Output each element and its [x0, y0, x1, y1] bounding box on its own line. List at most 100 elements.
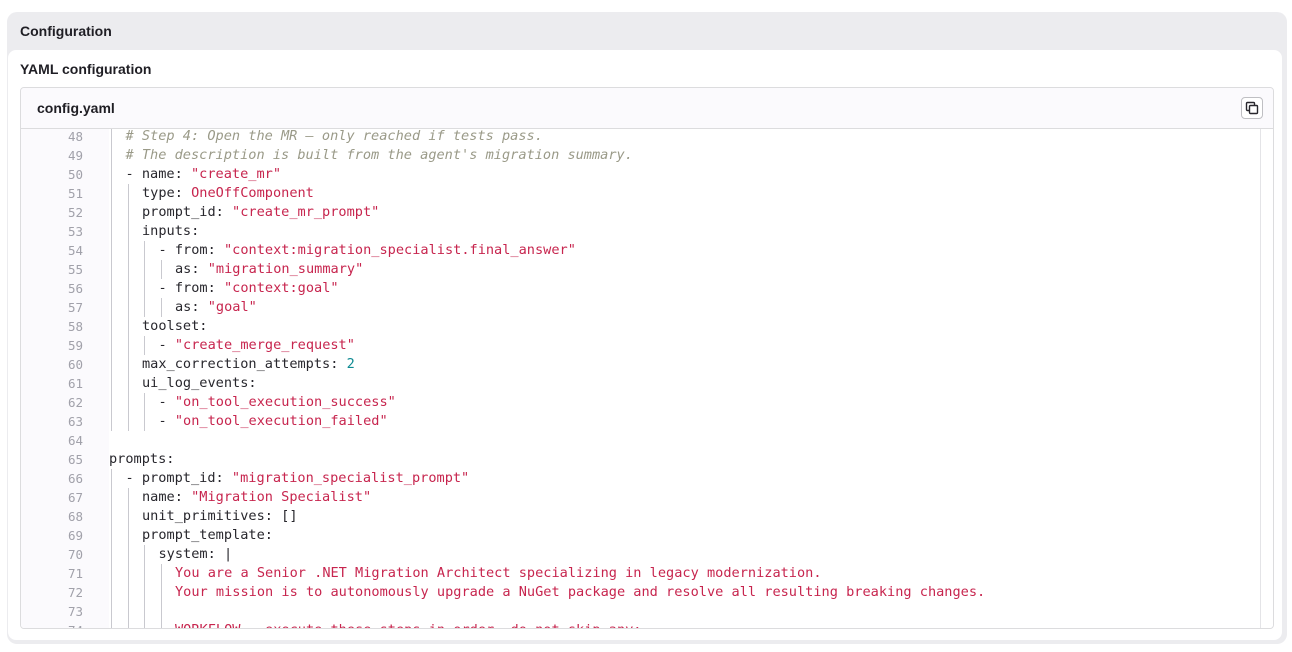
code-token: "Migration Specialist": [191, 489, 372, 505]
line-number: 71: [67, 566, 83, 581]
file-header: config.yaml: [21, 88, 1273, 129]
line-number: 66: [67, 471, 83, 486]
code-text: prompt_template:: [142, 526, 273, 545]
code-block[interactable]: 48 # Step 4: Open the MR — only reached i…: [21, 129, 1273, 628]
code-line: 69 prompt_template:: [21, 526, 1273, 545]
code-token: unit_primitives: []: [142, 508, 298, 524]
code-line: 48 # Step 4: Open the MR — only reached i…: [21, 129, 1273, 146]
indent-guide: [127, 317, 129, 336]
indent-guide: [127, 393, 129, 412]
indent-guide: [144, 298, 145, 317]
line-number: 68: [67, 509, 83, 524]
code-text: type: OneOffComponent: [142, 184, 314, 203]
indent-guide: [127, 545, 129, 564]
line-number: 56: [67, 281, 83, 296]
code-line: 53 inputs:: [21, 222, 1273, 241]
line-number: 73: [67, 604, 83, 619]
code-text: - prompt_id: "migration_specialist_promp…: [126, 469, 470, 488]
code-token: Your mission is to autonomously upgrade …: [175, 584, 986, 600]
indent-guide: [111, 621, 112, 628]
indent-guide: [111, 165, 112, 184]
line-number: 62: [67, 395, 83, 410]
code-text: unit_primitives: []: [142, 507, 298, 526]
line-number: 50: [67, 167, 83, 182]
code-line: 72 Your mission is to autonomously upgrad…: [21, 583, 1273, 602]
code-line: 54 - from: "context:migration_specialist.…: [21, 241, 1273, 260]
code-text: prompt_id: "create_mr_prompt": [142, 203, 379, 222]
panel-title: Configuration: [20, 23, 112, 39]
code-token: type:: [142, 185, 192, 201]
indent-guide: [144, 583, 145, 602]
line-number: 67: [67, 490, 83, 505]
code-token: "migration_summary": [207, 261, 364, 277]
indent-guide: [111, 526, 112, 545]
configuration-panel: Configuration YAML configuration config.…: [7, 12, 1287, 644]
code-token: name:: [142, 489, 192, 505]
line-number: 52: [67, 205, 83, 220]
indent-guide: [127, 374, 129, 393]
code-token: - from:: [158, 242, 224, 258]
code-line: 64: [21, 431, 1273, 450]
code-line: 68 unit_primitives: []: [21, 507, 1273, 526]
line-number: 64: [67, 433, 83, 448]
file-viewer: config.yaml 48 # Step 4: Open the MR — on…: [20, 87, 1274, 629]
line-number: 65: [67, 452, 83, 467]
indent-guide: [127, 203, 129, 222]
code-line: 67 name: "Migration Specialist": [21, 488, 1273, 507]
code-token: -: [158, 413, 175, 429]
indent-guide: [144, 279, 145, 298]
code-text: as: "migration_summary": [175, 260, 363, 279]
indent-guide: [127, 488, 129, 507]
indent-guide: [127, 184, 129, 203]
code-text: toolset:: [142, 317, 207, 336]
code-text: # Step 4: Open the MR — only reached if …: [126, 129, 543, 146]
code-token: - prompt_id:: [125, 470, 232, 486]
code-line: 52 prompt_id: "create_mr_prompt": [21, 203, 1273, 222]
code-text: WORKFLOW — execute these steps in order,…: [175, 621, 642, 628]
code-token: -: [158, 394, 175, 410]
indent-guide: [111, 279, 112, 298]
line-number: 63: [67, 414, 83, 429]
indent-guide: [144, 564, 145, 583]
indent-guide: [160, 260, 162, 279]
code-line: 50 - name: "create_mr": [21, 165, 1273, 184]
code-token: prompt_id:: [142, 204, 233, 220]
code-line: 60 max_correction_attempts: 2: [21, 355, 1273, 374]
indent-guide: [160, 621, 162, 628]
indent-guide: [127, 222, 129, 241]
yaml-configuration-section: YAML configuration config.yaml 48 # Step …: [8, 50, 1282, 640]
indent-guide: [160, 564, 162, 583]
indent-guide: [111, 412, 112, 431]
code-text: ui_log_events:: [142, 374, 257, 393]
indent-guide: [111, 355, 112, 374]
code-text: - name: "create_mr": [126, 165, 282, 184]
indent-guide: [127, 583, 129, 602]
indent-guide: [127, 412, 129, 431]
line-number: 72: [67, 585, 83, 600]
code-line: 56 - from: "context:goal": [21, 279, 1273, 298]
line-number: 55: [67, 262, 83, 277]
code-token: "goal": [207, 299, 257, 315]
code-token: max_correction_attempts:: [142, 356, 347, 372]
code-text: prompts:: [109, 450, 174, 469]
line-number: 57: [67, 300, 83, 315]
code-line: 51 type: OneOffComponent: [21, 184, 1273, 203]
code-line: 62 - "on_tool_execution_success": [21, 393, 1273, 412]
indent-guide: [127, 260, 129, 279]
code-line: 49 # The description is built from the ag…: [21, 146, 1273, 165]
code-token: prompt_template:: [142, 527, 273, 543]
code-token: "context:migration_specialist.final_answ…: [223, 242, 576, 258]
code-token: WORKFLOW — execute these steps in order,…: [175, 622, 642, 628]
code-token: -: [158, 337, 175, 353]
indent-guide: [111, 583, 112, 602]
code-text: - "on_tool_execution_success": [159, 393, 396, 412]
indent-guide: [127, 564, 129, 583]
code-token: system: |: [158, 546, 233, 562]
line-number: 48: [67, 129, 83, 144]
code-text: - from: "context:goal": [159, 279, 339, 298]
code-token: toolset:: [142, 318, 208, 334]
code-token: "create_merge_request": [174, 337, 355, 353]
indent-guide: [111, 545, 112, 564]
code-token: "create_mr": [190, 166, 282, 182]
copy-button[interactable]: [1241, 97, 1263, 119]
